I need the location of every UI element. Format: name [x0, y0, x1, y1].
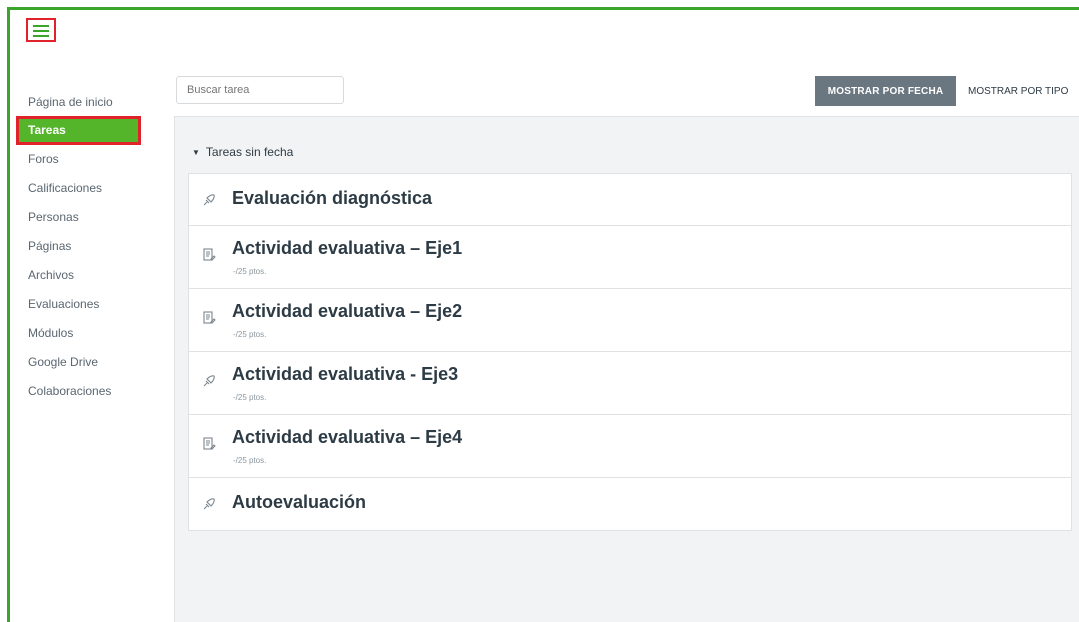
- assignment-title[interactable]: Actividad evaluativa – Eje4: [232, 427, 462, 448]
- course-navigation: Página de inicio Tareas Foros Calificaci…: [16, 88, 166, 406]
- assignment-title[interactable]: Evaluación diagnóstica: [232, 188, 432, 209]
- hamburger-menu-icon[interactable]: [26, 18, 56, 42]
- sidebar-item-calificaciones[interactable]: Calificaciones: [16, 174, 166, 203]
- assignment-points: -/25 ptos.: [233, 456, 267, 465]
- assignment-icon: [202, 311, 216, 325]
- sidebar-item-archivos[interactable]: Archivos: [16, 261, 166, 290]
- sidebar-item-personas[interactable]: Personas: [16, 203, 166, 232]
- sidebar-item-foros[interactable]: Foros: [16, 145, 166, 174]
- show-by-date-button[interactable]: MOSTRAR POR FECHA: [815, 76, 956, 106]
- assignment-list: Evaluación diagnóstica Actividad evaluat…: [188, 173, 1072, 531]
- assignment-title[interactable]: Actividad evaluativa – Eje2: [232, 301, 462, 322]
- assignment-points: -/25 ptos.: [233, 330, 267, 339]
- assignment-title[interactable]: Actividad evaluativa – Eje1: [232, 238, 462, 259]
- sidebar-item-paginas[interactable]: Páginas: [16, 232, 166, 261]
- list-item[interactable]: Actividad evaluativa – Eje1 -/25 ptos.: [189, 226, 1071, 289]
- assignment-title[interactable]: Autoevaluación: [232, 492, 366, 513]
- caret-down-icon: ▼: [192, 148, 200, 157]
- list-item[interactable]: Autoevaluación: [189, 478, 1071, 530]
- quiz-rocket-icon: [202, 497, 216, 511]
- assignment-points: -/25 ptos.: [233, 267, 267, 276]
- assignment-title[interactable]: Actividad evaluativa - Eje3: [232, 364, 458, 385]
- assignment-points: -/25 ptos.: [233, 393, 267, 402]
- list-item[interactable]: Actividad evaluativa – Eje4 -/25 ptos.: [189, 415, 1071, 478]
- show-by-type-button[interactable]: MOSTRAR POR TIPO: [962, 76, 1079, 106]
- sidebar-item-evaluaciones[interactable]: Evaluaciones: [16, 290, 166, 319]
- assignment-icon: [202, 437, 216, 451]
- list-item[interactable]: Actividad evaluativa - Eje3 -/25 ptos.: [189, 352, 1071, 415]
- list-item[interactable]: Evaluación diagnóstica: [189, 174, 1071, 226]
- quiz-rocket-icon: [202, 193, 216, 207]
- assignment-icon: [202, 248, 216, 262]
- sidebar-item-home[interactable]: Página de inicio: [16, 88, 166, 117]
- group-header-toggle[interactable]: ▼ Tareas sin fecha: [192, 145, 293, 159]
- search-input[interactable]: [176, 76, 344, 104]
- list-item[interactable]: Actividad evaluativa – Eje2 -/25 ptos.: [189, 289, 1071, 352]
- sidebar-item-modulos[interactable]: Módulos: [16, 319, 166, 348]
- group-title: Tareas sin fecha: [205, 145, 294, 159]
- sidebar-item-colaboraciones[interactable]: Colaboraciones: [16, 377, 166, 406]
- sidebar-item-google-drive[interactable]: Google Drive: [16, 348, 166, 377]
- quiz-rocket-icon: [202, 374, 216, 388]
- sidebar-item-tareas[interactable]: Tareas: [16, 116, 141, 145]
